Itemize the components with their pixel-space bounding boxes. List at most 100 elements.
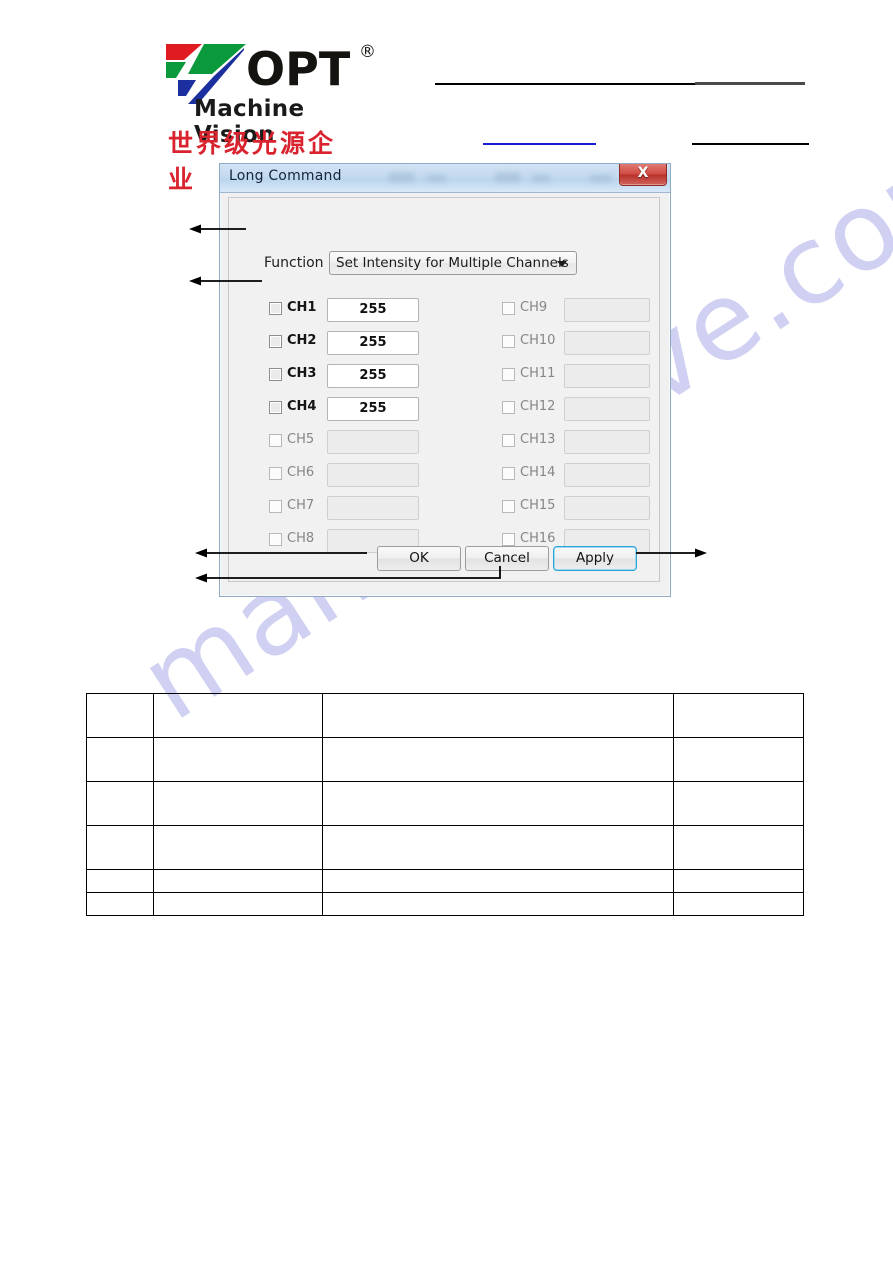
channel-label-ch13: CH13	[520, 432, 556, 447]
close-button[interactable]: X	[619, 164, 667, 186]
channel-input-ch7	[327, 496, 419, 520]
header-rule-secondary	[695, 82, 805, 85]
channel-checkbox-ch3[interactable]	[269, 368, 282, 381]
channel-row: CH5	[269, 430, 459, 456]
table-cell	[672, 892, 805, 916]
channel-row: CH6	[269, 463, 459, 489]
table-row	[86, 737, 805, 782]
channel-row: CH9	[502, 298, 692, 324]
table-row	[86, 781, 805, 826]
dialog-titlebar[interactable]: Long Command X	[220, 164, 670, 193]
channel-row: CH4 255	[269, 397, 459, 423]
channel-grid: CH1 255 CH2 255 CH3 255 CH4 255 CH5 CH6 …	[229, 298, 661, 553]
table-cell-text	[674, 802, 803, 806]
channel-label-ch16: CH16	[520, 531, 556, 546]
channel-row: CH7	[269, 496, 459, 522]
header-rule-tertiary	[692, 143, 809, 145]
channel-input-ch10	[564, 331, 650, 355]
channel-input-ch12	[564, 397, 650, 421]
header-rule-primary	[435, 83, 701, 85]
table-cell-text	[323, 758, 672, 762]
table-cell	[86, 693, 154, 738]
table-cell	[672, 825, 805, 870]
table-cell	[86, 892, 154, 916]
table-cell-text	[87, 846, 153, 850]
channel-label-ch9: CH9	[520, 300, 548, 315]
table-cell-text	[674, 902, 803, 906]
table-cell-text	[674, 846, 803, 850]
channel-label-ch15: CH15	[520, 498, 556, 513]
close-icon: X	[637, 165, 649, 181]
opt-logo: OPT ® Machine Vision 世界级光源企业	[162, 38, 376, 194]
channel-checkbox-ch14	[502, 467, 515, 480]
table-cell	[152, 869, 324, 893]
function-select[interactable]: Set Intensity for Multiple Channels	[329, 251, 577, 275]
table-row	[86, 825, 805, 870]
channel-input-ch9	[564, 298, 650, 322]
table-cell	[672, 781, 805, 826]
table-cell-text	[87, 902, 153, 906]
channel-input-ch11	[564, 364, 650, 388]
table-cell-text	[154, 846, 323, 850]
table-cell-text	[323, 879, 672, 883]
table-cell	[672, 737, 805, 782]
dialog-button-bar: OK Cancel Apply	[229, 546, 661, 576]
channel-checkbox-ch10	[502, 335, 515, 348]
table-cell	[322, 892, 674, 916]
channel-input-ch1[interactable]: 255	[327, 298, 419, 322]
channel-checkbox-ch1[interactable]	[269, 302, 282, 315]
table-cell-text	[674, 758, 803, 762]
channel-checkbox-ch12	[502, 401, 515, 414]
channel-row: CH1 255	[269, 298, 459, 324]
function-select-value: Set Intensity for Multiple Channels	[336, 255, 569, 271]
table-cell	[322, 781, 674, 826]
table-cell-text	[323, 902, 672, 906]
channel-label-ch2: CH2	[287, 333, 317, 348]
channel-row: CH10	[502, 331, 692, 357]
table-cell-text	[674, 879, 803, 883]
table-cell	[152, 892, 324, 916]
table-row	[86, 892, 805, 916]
table-row	[86, 869, 805, 893]
channel-checkbox-ch2[interactable]	[269, 335, 282, 348]
table-cell-text	[674, 714, 803, 718]
table-cell	[672, 693, 805, 738]
channel-checkbox-ch15	[502, 500, 515, 513]
table-cell	[322, 825, 674, 870]
table-cell-text	[154, 879, 323, 883]
function-label: Function	[264, 255, 324, 271]
channel-input-ch13	[564, 430, 650, 454]
table-cell-text	[323, 802, 672, 806]
channel-input-ch3[interactable]: 255	[327, 364, 419, 388]
apply-button[interactable]: Apply	[553, 546, 637, 571]
channel-checkbox-ch5	[269, 434, 282, 447]
cancel-button[interactable]: Cancel	[465, 546, 549, 571]
channel-checkbox-ch16	[502, 533, 515, 546]
dialog-body: Function Set Intensity for Multiple Chan…	[228, 197, 660, 582]
table-cell-text	[154, 802, 323, 806]
titlebar-blurred-text	[532, 175, 550, 182]
table-cell	[152, 825, 324, 870]
titlebar-blurred-text	[389, 173, 414, 182]
function-row: Function Set Intensity for Multiple Chan…	[229, 251, 661, 277]
channel-label-ch12: CH12	[520, 399, 556, 414]
channel-label-ch7: CH7	[287, 498, 315, 513]
long-command-dialog: Long Command X Function Set Intensity fo…	[219, 163, 671, 597]
channel-input-ch2[interactable]: 255	[327, 331, 419, 355]
channel-label-ch14: CH14	[520, 465, 556, 480]
table-cell-text	[323, 714, 672, 718]
channel-label-ch3: CH3	[287, 366, 317, 381]
table-cell-text	[154, 714, 323, 718]
table-cell	[86, 825, 154, 870]
channel-input-ch4[interactable]: 255	[327, 397, 419, 421]
table-cell	[152, 737, 324, 782]
content-table	[86, 693, 805, 916]
table-cell	[672, 869, 805, 893]
table-cell	[322, 737, 674, 782]
logo-brand-text: OPT	[246, 42, 351, 96]
channel-checkbox-ch13	[502, 434, 515, 447]
table-cell	[86, 869, 154, 893]
ok-button[interactable]: OK	[377, 546, 461, 571]
channel-checkbox-ch4[interactable]	[269, 401, 282, 414]
channel-row: CH14	[502, 463, 692, 489]
